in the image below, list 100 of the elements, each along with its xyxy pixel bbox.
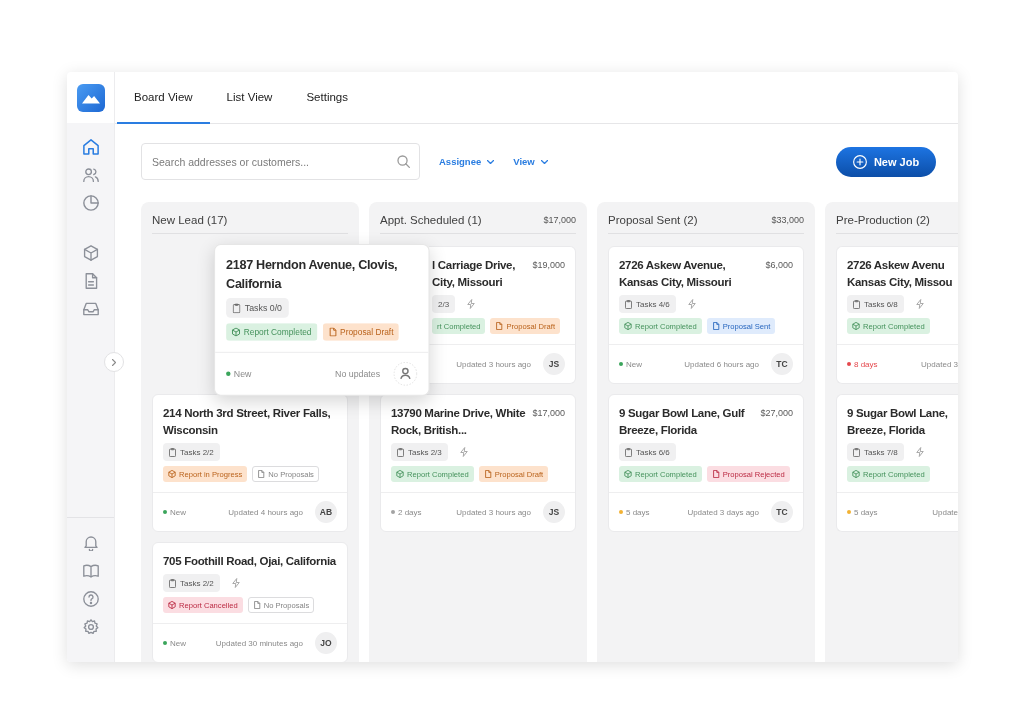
search-field[interactable]: Search addresses or customers...	[141, 143, 420, 180]
clipboard-icon	[853, 299, 860, 309]
column-total: $33,000	[771, 214, 804, 225]
job-address: 9 Sugar Bowl Lane, Gulf Breeze, Florida	[619, 406, 746, 438]
avatar[interactable]: JO	[315, 632, 337, 654]
status-label: 2 days	[398, 507, 422, 517]
book-icon	[82, 563, 99, 579]
document-icon	[257, 470, 266, 478]
avatar[interactable]: AB	[315, 501, 337, 523]
tasks-chip[interactable]: Tasks 6/6	[619, 443, 676, 461]
job-address: l Carriage Drive, City, Missouri	[432, 258, 517, 290]
new-job-button[interactable]: New Job	[836, 146, 936, 177]
updated-time: Updated 3 days ago	[687, 507, 759, 517]
job-address: 705 Foothill Road, Ojai, California	[163, 554, 337, 569]
column-title: Appt. Scheduled (1)	[380, 213, 482, 226]
bolt-icon[interactable]	[231, 578, 240, 588]
tasks-chip[interactable]: Tasks 2/2	[163, 574, 220, 592]
person-icon[interactable]	[393, 361, 418, 386]
job-address: 2187 Herndon Avenue, Clovis, California	[226, 257, 399, 293]
logo-icon[interactable]	[76, 83, 105, 112]
chevron-down-icon	[540, 159, 548, 164]
bolt-icon[interactable]	[915, 299, 924, 309]
updated-time: Updated 6 hours ago	[684, 359, 759, 369]
bolt-icon[interactable]	[467, 299, 476, 309]
bolt-icon[interactable]	[915, 447, 924, 457]
updated-time: Updated 3 hours ago	[456, 359, 531, 369]
updated-time: Updated 30 minutes ago	[215, 638, 303, 648]
job-address: 2726 Askew Avenu Kansas City, Missou	[847, 258, 954, 290]
status-label: New	[626, 359, 642, 369]
avatar[interactable]: TC	[771, 353, 793, 375]
dragged-job-card[interactable]: 2187 Herndon Avenue, Clovis, California Tasks 0/0 Report Completed Proposal Draft New No updates	[214, 244, 430, 396]
cube-icon	[82, 245, 99, 261]
proposal-tag[interactable]: Proposal Draft	[322, 323, 399, 341]
inbox-icon	[82, 301, 99, 317]
tab[interactable]: Board View	[117, 72, 210, 124]
settings-icon	[82, 619, 99, 635]
tasks-chip[interactable]: Tasks 2/2	[163, 443, 220, 461]
document-icon	[711, 322, 720, 330]
tab[interactable]: List View	[209, 72, 290, 124]
status-label: New	[233, 368, 252, 379]
job-price: $19,000	[532, 259, 565, 272]
users-icon	[82, 167, 99, 183]
clipboard-icon	[625, 299, 632, 309]
updated-time: No updates	[335, 368, 381, 379]
cube-icon	[231, 327, 241, 337]
document-icon	[483, 470, 492, 478]
column-total: $17,000	[543, 214, 576, 225]
updated-time: Update	[932, 507, 958, 517]
bolt-icon[interactable]	[459, 447, 468, 457]
pie-chart-icon	[82, 195, 99, 211]
tasks-chip[interactable]: Tasks 2/3	[391, 443, 448, 461]
job-address: 214 North 3rd Street, River Falls, Wisconsin	[163, 406, 332, 438]
status-label: 5 days	[854, 507, 878, 517]
chevron-right-icon	[112, 358, 116, 366]
clipboard-icon	[169, 447, 176, 457]
avatar[interactable]: TC	[771, 501, 793, 523]
search-icon	[397, 155, 410, 168]
clipboard-icon	[232, 302, 241, 313]
job-price: $6,000	[765, 259, 793, 272]
clipboard-icon	[397, 447, 404, 457]
tasks-chip[interactable]: Tasks 0/0	[226, 297, 289, 318]
cube-icon	[852, 470, 860, 478]
avatar[interactable]: JS	[543, 353, 565, 375]
column-title: Proposal Sent (2)	[608, 213, 698, 226]
status-label: New	[170, 638, 186, 648]
status-label: 8 days	[854, 359, 878, 369]
bell-icon	[82, 535, 99, 551]
filter-dropdown[interactable]: Assignee	[439, 156, 495, 167]
tasks-chip[interactable]: Tasks 6/8	[847, 295, 904, 313]
bolt-icon[interactable]	[687, 299, 696, 309]
clipboard-icon	[853, 447, 860, 457]
tasks-chip[interactable]: 2/3	[432, 295, 456, 313]
updated-time: Updated 3	[921, 359, 958, 369]
avatar[interactable]: JS	[543, 501, 565, 523]
document-icon	[495, 322, 504, 330]
job-address: 9 Sugar Bowl Lane, Breeze, Florida	[847, 406, 949, 438]
column-title: New Lead (17)	[152, 213, 228, 226]
status-label: New	[170, 507, 186, 517]
cube-icon	[168, 601, 176, 609]
updated-time: Updated 4 hours ago	[228, 507, 303, 517]
job-price: $27,000	[760, 407, 793, 420]
home-icon	[82, 139, 99, 155]
status-label: 5 days	[626, 507, 650, 517]
document-icon	[252, 601, 261, 609]
updated-time: Updated 3 hours ago	[456, 507, 531, 517]
cube-icon	[168, 470, 176, 478]
collapse-sidebar-button[interactable]	[104, 352, 124, 372]
tab[interactable]: Settings	[289, 72, 365, 124]
cube-icon	[624, 470, 632, 478]
document-icon	[711, 470, 720, 478]
cube-icon	[852, 322, 860, 330]
filter-dropdown[interactable]: View	[513, 156, 548, 167]
tasks-chip[interactable]: Tasks 7/8	[847, 443, 904, 461]
job-address: 13790 Marine Drive, White Rock, British...	[391, 406, 527, 438]
clipboard-icon	[169, 578, 176, 588]
cube-icon	[396, 470, 404, 478]
cube-icon	[624, 322, 632, 330]
tasks-chip[interactable]: Tasks 4/6	[619, 295, 676, 313]
clipboard-icon	[625, 447, 632, 457]
job-price: $17,000	[532, 407, 565, 420]
